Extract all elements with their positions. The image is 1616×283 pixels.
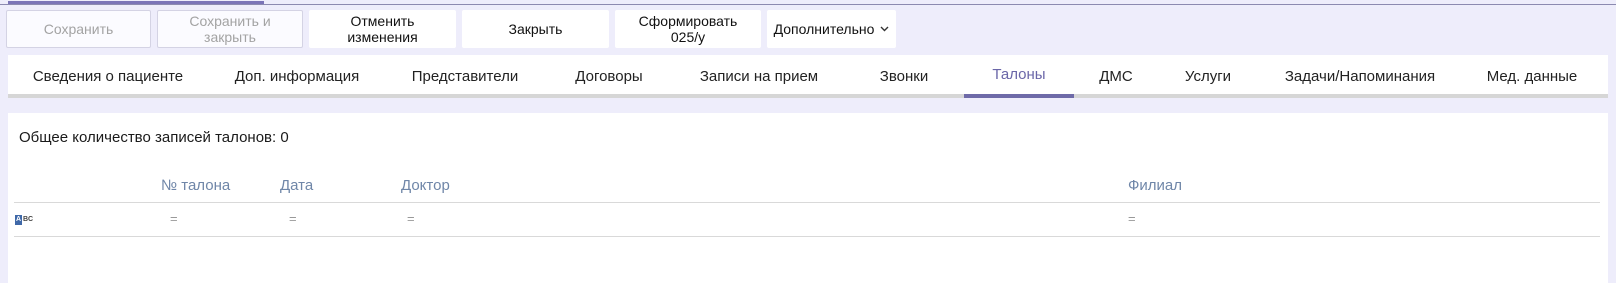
column-header-branch[interactable]: Филиал — [1128, 177, 1182, 194]
tab-representatives[interactable]: Представители — [386, 55, 544, 98]
filter-operator-doctor[interactable]: = — [407, 211, 415, 226]
filter-operator-date[interactable]: = — [289, 211, 297, 226]
filter-divider — [14, 236, 1600, 237]
abc-filter-icon[interactable]: A BC — [15, 215, 33, 225]
tab-medical-data[interactable]: Мед. данные — [1462, 55, 1602, 98]
more-dropdown[interactable]: Дополнительно — [767, 10, 896, 48]
records-count: Общее количество записей талонов: 0 — [19, 129, 289, 146]
tab-services[interactable]: Услуги — [1158, 55, 1258, 98]
tab-tickets[interactable]: Талоны — [964, 55, 1074, 98]
filter-row: A BC = = = = — [8, 209, 1600, 235]
tab-additional-info[interactable]: Доп. информация — [208, 55, 386, 98]
save-button[interactable]: Сохранить — [6, 10, 151, 48]
save-and-close-button[interactable]: Сохранить и закрыть — [157, 10, 303, 48]
tab-patient-info[interactable]: Сведения о пациенте — [8, 55, 208, 98]
column-header-ticket-number[interactable]: № талона — [161, 177, 230, 194]
cancel-changes-button[interactable]: Отменить изменения — [309, 10, 456, 48]
tab-calls[interactable]: Звонки — [844, 55, 964, 98]
close-button[interactable]: Закрыть — [462, 10, 609, 48]
tabs-bar: Сведения о пациенте Доп. информация Пред… — [8, 55, 1608, 98]
header-divider — [14, 202, 1600, 203]
top-progress-bar — [8, 1, 264, 4]
tickets-panel: Общее количество записей талонов: 0 № та… — [8, 113, 1608, 283]
more-dropdown-label: Дополнительно — [773, 21, 875, 37]
column-header-date[interactable]: Дата — [280, 177, 313, 194]
tab-contracts[interactable]: Договоры — [544, 55, 674, 98]
filter-operator-branch[interactable]: = — [1128, 211, 1136, 226]
filter-operator-ticket-number[interactable]: = — [170, 211, 178, 226]
toolbar: Сохранить Сохранить и закрыть Отменить и… — [6, 10, 896, 48]
chevron-down-icon — [880, 23, 889, 35]
column-header-doctor[interactable]: Доктор — [401, 177, 450, 194]
table-header: № талона Дата Доктор Филиал — [8, 175, 1600, 199]
tab-tasks-reminders[interactable]: Задачи/Напоминания — [1258, 55, 1462, 98]
form-025-button[interactable]: Сформировать 025/у — [615, 10, 761, 48]
tab-dms[interactable]: ДМС — [1074, 55, 1158, 98]
tab-appointments[interactable]: Записи на прием — [674, 55, 844, 98]
